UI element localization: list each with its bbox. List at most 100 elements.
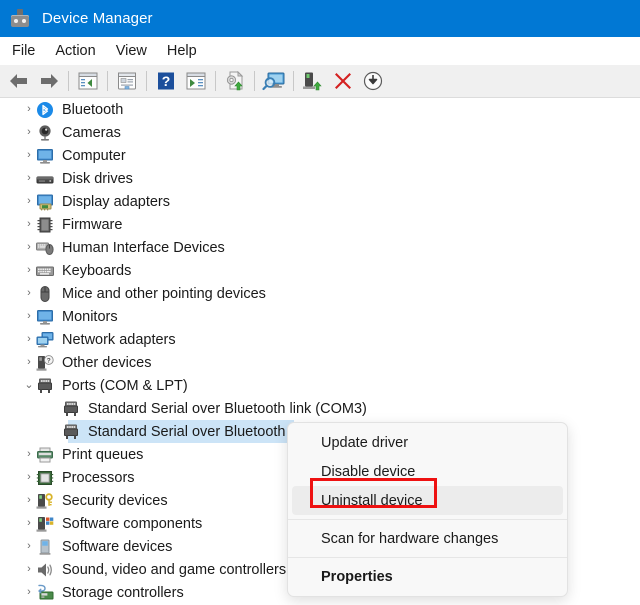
ctx-properties[interactable]: Properties xyxy=(288,562,567,591)
hid-icon xyxy=(36,239,54,257)
tree-item-firmware[interactable]: › Firmware xyxy=(0,213,640,236)
chevron-right-icon[interactable]: › xyxy=(22,288,36,299)
chevron-right-icon[interactable]: › xyxy=(22,104,36,115)
tree-item-disk-drives[interactable]: › Disk drives xyxy=(0,167,640,190)
menu-action[interactable]: Action xyxy=(55,41,105,61)
port-icon xyxy=(62,423,80,441)
chevron-right-icon[interactable]: › xyxy=(22,242,36,253)
chevron-right-icon[interactable]: › xyxy=(22,495,36,506)
tree-item-keyboards[interactable]: › Keyboards xyxy=(0,259,640,282)
display-adapter-icon xyxy=(36,193,54,211)
tree-item-other-devices[interactable]: › ? Other devices xyxy=(0,351,640,374)
disk-drive-icon xyxy=(36,170,54,188)
chevron-right-icon[interactable]: › xyxy=(22,196,36,207)
device-manager-icon xyxy=(10,8,30,29)
chevron-right-icon[interactable]: › xyxy=(22,127,36,138)
tree-item-label: Security devices xyxy=(62,492,168,509)
scan-for-hardware-changes-icon[interactable] xyxy=(261,68,287,94)
bluetooth-icon xyxy=(36,101,54,119)
other-device-icon: ? xyxy=(36,354,54,372)
tree-item-label: Disk drives xyxy=(62,170,133,187)
menu-help[interactable]: Help xyxy=(167,41,207,61)
chevron-right-icon[interactable]: › xyxy=(22,564,36,575)
device-manager-window: Device Manager File Action View Help ? ›… xyxy=(0,0,640,605)
tree-item-label: Other devices xyxy=(62,354,152,371)
security-device-icon xyxy=(36,492,54,510)
menu-file[interactable]: File xyxy=(12,41,45,61)
chevron-right-icon[interactable]: › xyxy=(22,449,36,460)
ctx-update-driver[interactable]: Update driver xyxy=(288,428,567,457)
tree-item-monitors[interactable]: › Monitors xyxy=(0,305,640,328)
mouse-icon xyxy=(36,285,54,303)
chevron-right-icon[interactable]: › xyxy=(22,265,36,276)
tree-item-mice-and-other-pointing-devices[interactable]: › Mice and other pointing devices xyxy=(0,282,640,305)
chevron-right-icon[interactable]: › xyxy=(22,587,36,598)
network-adapter-icon xyxy=(36,331,54,349)
port-icon xyxy=(36,377,54,395)
tree-item-label: Bluetooth xyxy=(62,101,124,118)
context-menu-separator xyxy=(288,519,567,520)
tree-item-bluetooth[interactable]: › Bluetooth xyxy=(0,98,640,121)
chevron-right-icon[interactable]: › xyxy=(22,150,36,161)
tree-item-label: Mice and other pointing devices xyxy=(62,285,266,302)
tree-item-network-adapters[interactable]: › Network adapters xyxy=(0,328,640,351)
tree-item-label: Computer xyxy=(62,147,126,164)
tree-item-label: Keyboards xyxy=(62,262,132,279)
svg-text:?: ? xyxy=(47,357,51,364)
chevron-right-icon[interactable]: › xyxy=(22,173,36,184)
forward-arrow-icon[interactable] xyxy=(36,68,62,94)
tree-item-label: Standard Serial over Bluetooth link (COM… xyxy=(88,400,367,417)
printer-icon xyxy=(36,446,54,464)
menu-view[interactable]: View xyxy=(116,41,157,61)
help-icon[interactable]: ? xyxy=(153,68,179,94)
properties-icon[interactable] xyxy=(114,68,140,94)
tree-item-human-interface-devices[interactable]: › Human Interface Devices xyxy=(0,236,640,259)
chevron-right-icon[interactable]: › xyxy=(22,472,36,483)
tree-item-label: Ports (COM & LPT) xyxy=(62,377,188,394)
tree-item-label: Display adapters xyxy=(62,193,170,210)
back-arrow-icon[interactable] xyxy=(6,68,32,94)
tree-item-label: Processors xyxy=(62,469,135,486)
window-title: Device Manager xyxy=(42,10,153,27)
show-hide-action-pane-icon[interactable] xyxy=(183,68,209,94)
software-component-icon xyxy=(36,515,54,533)
software-device-icon xyxy=(36,538,54,556)
tree-item-label: Storage controllers xyxy=(62,584,184,601)
chevron-right-icon[interactable]: › xyxy=(22,334,36,345)
chevron-down-icon[interactable]: ⌄ xyxy=(22,380,36,391)
tree-item-label: Monitors xyxy=(62,308,118,325)
sound-icon xyxy=(36,561,54,579)
firmware-icon xyxy=(36,216,54,234)
toolbar-separator xyxy=(68,71,69,91)
tree-item-computer[interactable]: › Computer xyxy=(0,144,640,167)
svg-text:?: ? xyxy=(162,73,171,89)
tree-item-display-adapters[interactable]: › Display adapters xyxy=(0,190,640,213)
chevron-right-icon[interactable]: › xyxy=(22,219,36,230)
menu-bar: File Action View Help xyxy=(0,37,640,65)
tree-item-cameras[interactable]: › Cameras xyxy=(0,121,640,144)
tree-item-label: Firmware xyxy=(62,216,123,233)
tree-item-label: Human Interface Devices xyxy=(62,239,225,256)
chevron-right-icon[interactable]: › xyxy=(22,541,36,552)
update-driver-icon[interactable] xyxy=(222,68,248,94)
ctx-disable-device[interactable]: Disable device xyxy=(288,457,567,486)
show-hide-console-tree-icon[interactable] xyxy=(75,68,101,94)
monitor-icon xyxy=(36,308,54,326)
chevron-right-icon[interactable]: › xyxy=(22,357,36,368)
enable-device-icon[interactable] xyxy=(300,68,326,94)
ctx-scan-hardware-changes[interactable]: Scan for hardware changes xyxy=(288,524,567,553)
tree-item-label: Network adapters xyxy=(62,331,176,348)
toolbar-separator xyxy=(293,71,294,91)
tree-item-ports[interactable]: ⌄ Ports (COM & LPT) xyxy=(0,374,640,397)
disable-device-icon[interactable] xyxy=(360,68,386,94)
chevron-right-icon[interactable]: › xyxy=(22,518,36,529)
toolbar-separator xyxy=(254,71,255,91)
port-icon xyxy=(62,400,80,418)
context-menu[interactable]: Update driver Disable device Uninstall d… xyxy=(287,422,568,597)
ctx-uninstall-device[interactable]: Uninstall device xyxy=(292,486,563,515)
tree-item-label: Sound, video and game controllers xyxy=(62,561,287,578)
uninstall-device-icon[interactable] xyxy=(330,68,356,94)
tree-item-standard-serial-com3[interactable]: Standard Serial over Bluetooth link (COM… xyxy=(0,397,640,420)
chevron-right-icon[interactable]: › xyxy=(22,311,36,322)
tree-item-label: Print queues xyxy=(62,446,144,463)
